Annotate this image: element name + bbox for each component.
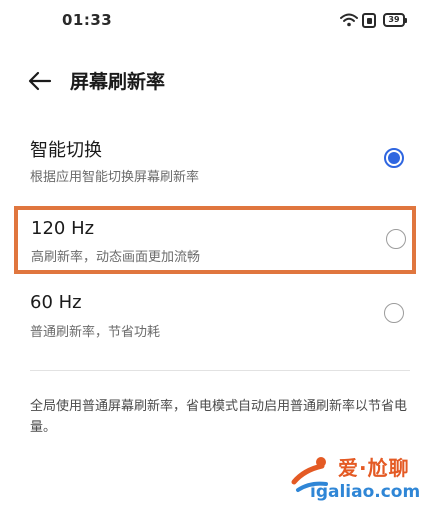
option-smart-switch[interactable]: 智能切换 根据应用智能切换屏幕刷新率 — [14, 136, 414, 200]
option-title: 智能切换 — [30, 140, 102, 161]
option-subtitle: 高刷新率，动态画面更加流畅 — [31, 250, 201, 265]
radio-unselected[interactable] — [384, 303, 404, 323]
status-bar: 01:33 39 — [0, 0, 447, 44]
watermark-url: igaliao.com — [310, 482, 421, 502]
wifi-icon — [340, 13, 358, 27]
footer-note: 全局使用普通屏幕刷新率，省电模式自动启用普通刷新率以节省电量。 — [30, 399, 408, 435]
option-60hz[interactable]: 60 Hz 普通刷新率，节省功耗 — [14, 292, 414, 356]
option-title: 120 Hz — [31, 218, 95, 239]
watermark-name: 爱·尬聊 — [338, 456, 410, 480]
status-time: 01:33 — [62, 11, 113, 29]
divider — [30, 370, 410, 371]
radio-selected[interactable] — [384, 148, 404, 168]
option-120hz[interactable]: 120 Hz 高刷新率，动态画面更加流畅 — [14, 206, 416, 274]
battery-level: 39 — [388, 15, 400, 24]
sim-icon — [362, 13, 376, 28]
battery-icon: 39 — [383, 13, 407, 27]
page-title: 屏幕刷新率 — [70, 71, 166, 93]
option-subtitle: 根据应用智能切换屏幕刷新率 — [30, 170, 200, 185]
radio-unselected[interactable] — [386, 229, 406, 249]
arrow-left-icon[interactable] — [28, 71, 52, 91]
option-title: 60 Hz — [30, 292, 82, 313]
option-subtitle: 普通刷新率，节省功耗 — [30, 325, 161, 340]
